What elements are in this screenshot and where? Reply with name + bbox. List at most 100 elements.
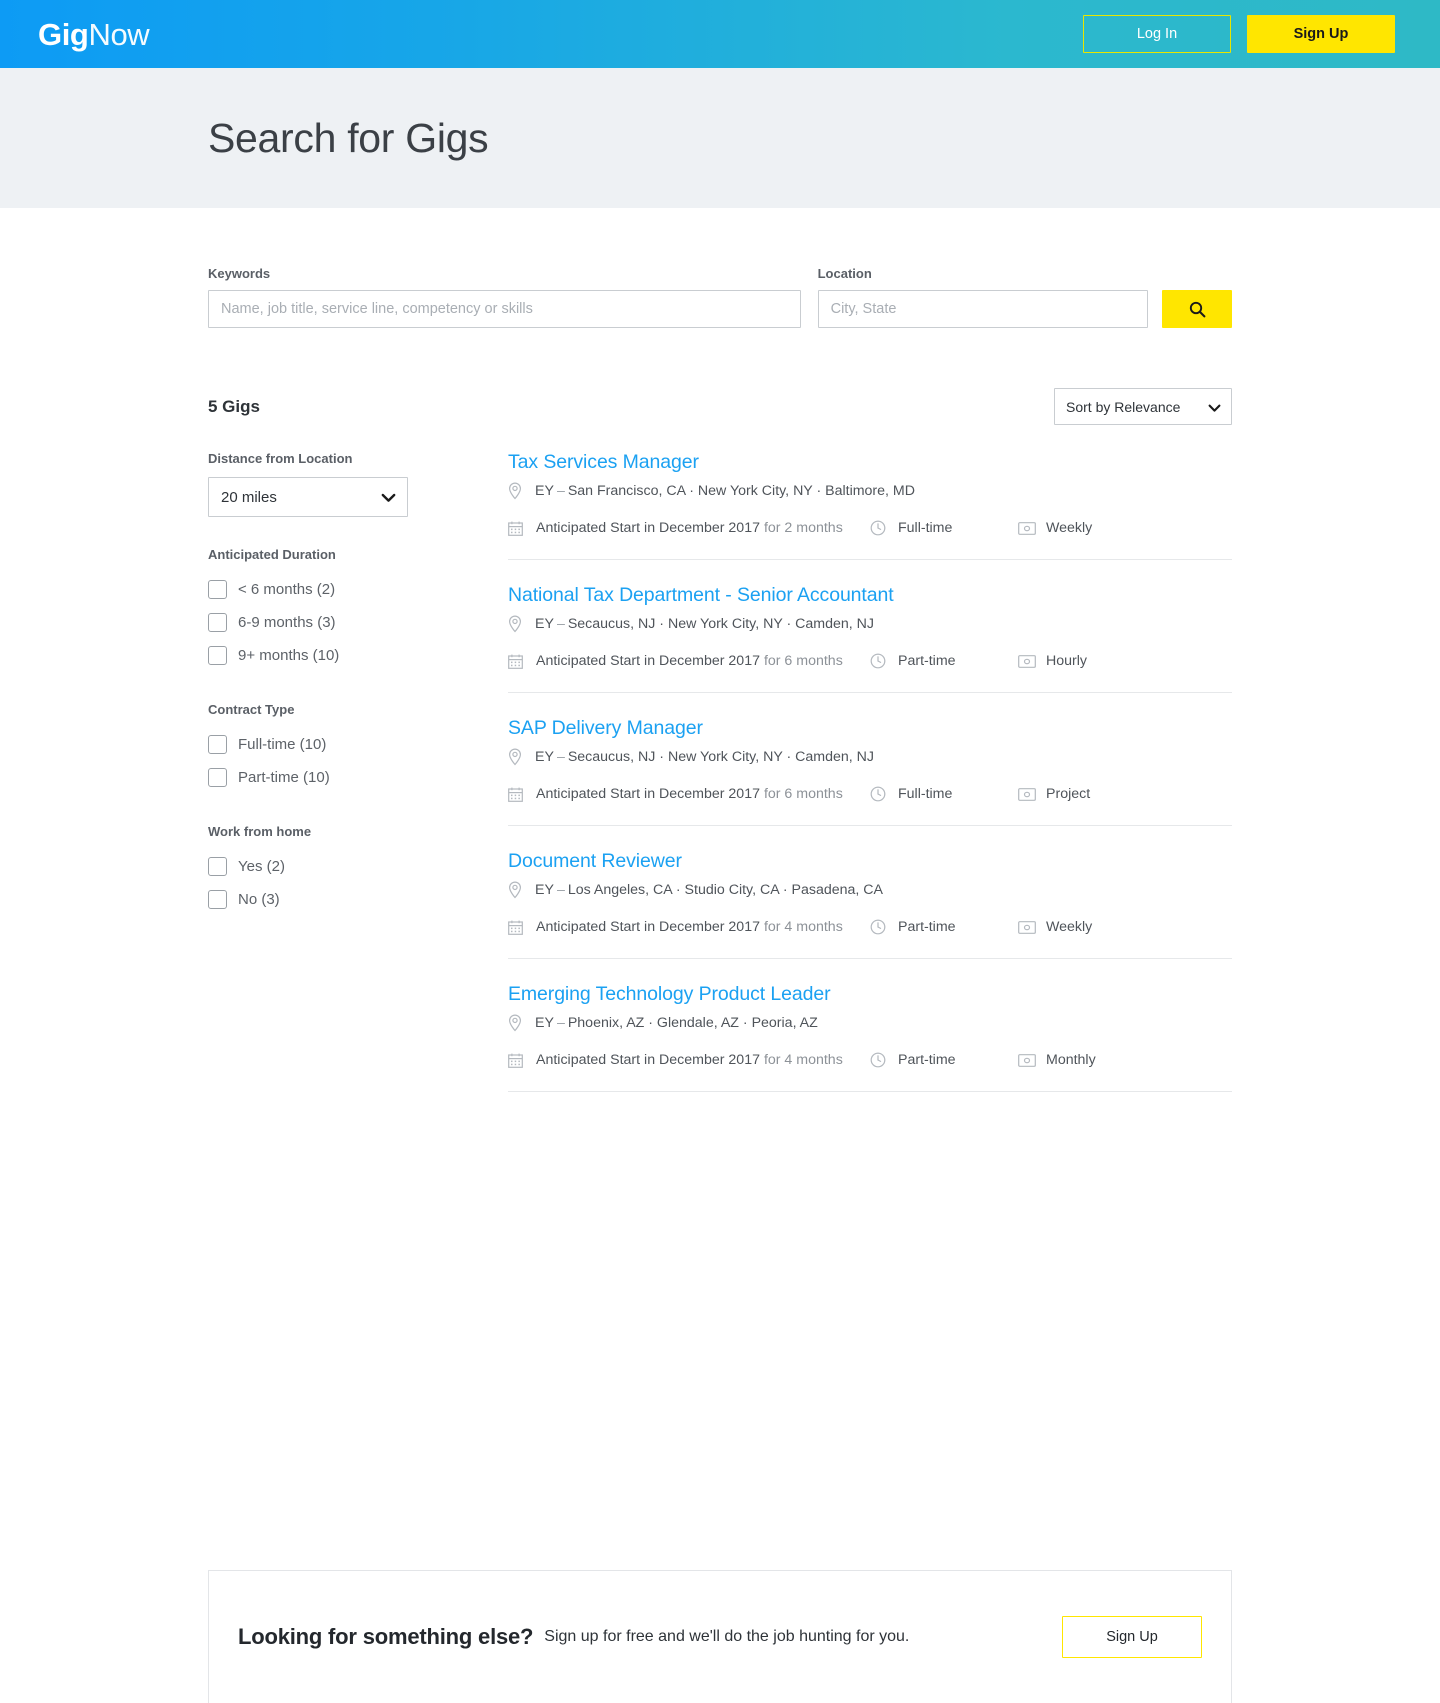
- job-locations: Phoenix, AZ · Glendale, AZ · Peoria, AZ: [567, 1015, 818, 1031]
- job-duration: for 6 months: [763, 786, 843, 802]
- filter-group-anticipated-duration: Anticipated Duration < 6 months (2) 6-9 …: [208, 547, 438, 672]
- job-start-meta: Anticipated Start in December 2017 for 6…: [508, 786, 870, 802]
- job-meta-row: Anticipated Start in December 2017 for 2…: [508, 520, 1232, 536]
- job-company-separator: –: [556, 1015, 565, 1031]
- job-title-link[interactable]: Document Reviewer: [508, 850, 682, 873]
- clock-icon: [870, 653, 888, 669]
- sign-up-button-cta[interactable]: Sign Up: [1062, 1616, 1202, 1658]
- cta-subtext: Sign up for free and we'll do the job hu…: [544, 1628, 910, 1645]
- job-start-meta: Anticipated Start in December 2017 for 4…: [508, 919, 870, 935]
- job-start-date: Anticipated Start in December 2017: [536, 520, 760, 536]
- nav-actions: Log In Sign Up: [1083, 15, 1395, 53]
- job-contract-type-text: Full-time: [898, 786, 953, 802]
- job-location-text: EY – Los Angeles, CA · Studio City, CA · P…: [535, 882, 883, 898]
- job-contract-type-text: Part-time: [898, 919, 956, 935]
- filter-checkbox-label: 9+ months (10): [238, 647, 340, 664]
- job-company: EY: [535, 1015, 554, 1031]
- job-locations: Secaucus, NJ · New York City, NY · Camde…: [567, 749, 875, 765]
- search-form: Keywords Location: [208, 208, 1232, 328]
- search-submit-button[interactable]: [1162, 290, 1232, 328]
- job-pay-cycle-text: Weekly: [1046, 520, 1093, 536]
- job-meta-row: Anticipated Start in December 2017 for 6…: [508, 653, 1232, 669]
- payment-icon: [1018, 787, 1036, 801]
- job-title-link[interactable]: National Tax Department - Senior Account…: [508, 584, 894, 607]
- checkbox-icon[interactable]: [208, 613, 227, 632]
- job-location-row: EY – Los Angeles, CA · Studio City, CA · P…: [508, 879, 1232, 901]
- location-pin-icon: [508, 1014, 526, 1032]
- job-card[interactable]: SAP Delivery Manager EY – Secaucus, NJ · N…: [508, 717, 1232, 826]
- job-company-separator: –: [556, 616, 565, 632]
- job-locations: Secaucus, NJ · New York City, NY · Camde…: [567, 616, 875, 632]
- keywords-input[interactable]: [208, 290, 801, 328]
- job-pay-cycle-text: Hourly: [1046, 653, 1087, 669]
- job-title-link[interactable]: Emerging Technology Product Leader: [508, 983, 831, 1006]
- filter-checkbox-row[interactable]: 6-9 months (3): [208, 606, 438, 639]
- job-duration: for 6 months: [763, 653, 843, 669]
- filters-sidebar: Distance from Location 20 miles Anticipa…: [208, 451, 438, 1092]
- calendar-icon: [508, 787, 526, 802]
- location-pin-icon: [508, 482, 526, 500]
- job-card[interactable]: Document Reviewer EY – Los Angeles, CA · S…: [508, 850, 1232, 959]
- filter-checkbox-row[interactable]: Part-time (10): [208, 761, 438, 794]
- cta-headline: Looking for something else?: [238, 1624, 534, 1649]
- location-input[interactable]: [817, 290, 1149, 328]
- checkbox-icon[interactable]: [208, 890, 227, 909]
- filter-checkbox-label: Yes (2): [238, 858, 285, 875]
- log-in-button[interactable]: Log In: [1083, 15, 1231, 53]
- job-pay-cycle-meta: Project: [1018, 786, 1090, 802]
- gig-count-label: 5 Gigs: [208, 396, 260, 416]
- job-title-link[interactable]: Tax Services Manager: [508, 451, 699, 474]
- filter-title-contract-type: Contract Type: [208, 702, 295, 717]
- location-label: Location: [817, 266, 872, 281]
- job-location-text: EY – Secaucus, NJ · New York City, NY · Ca…: [535, 616, 874, 632]
- job-card[interactable]: Emerging Technology Product Leader EY – Ph…: [508, 983, 1232, 1092]
- hero-banner: Search for Gigs: [0, 68, 1440, 208]
- job-card[interactable]: National Tax Department - Senior Account…: [508, 584, 1232, 693]
- gignow-logo[interactable]: GigNow: [38, 19, 150, 50]
- filter-checkbox-row[interactable]: Yes (2): [208, 850, 438, 883]
- job-start-text: Anticipated Start in December 2017 for 4…: [536, 919, 843, 935]
- job-company-separator: –: [556, 749, 565, 765]
- job-location-row: EY – Secaucus, NJ · New York City, NY · Ca…: [508, 613, 1232, 635]
- checkbox-icon[interactable]: [208, 646, 227, 665]
- location-field-group: Location: [817, 266, 1149, 328]
- calendar-icon: [508, 654, 526, 669]
- sign-up-button-header[interactable]: Sign Up: [1247, 15, 1395, 53]
- job-contract-type-meta: Full-time: [870, 520, 1018, 536]
- job-start-text: Anticipated Start in December 2017 for 6…: [536, 653, 843, 669]
- filter-checkbox-label: Part-time (10): [238, 769, 330, 786]
- job-start-date: Anticipated Start in December 2017: [536, 653, 760, 669]
- signup-cta-banner: Looking for something else? Sign up for …: [208, 1570, 1232, 1703]
- checkbox-icon[interactable]: [208, 768, 227, 787]
- sort-control: Sort by Relevance: [1054, 388, 1232, 425]
- filter-checkbox-row[interactable]: No (3): [208, 883, 438, 916]
- job-contract-type-text: Part-time: [898, 1052, 956, 1068]
- checkbox-icon[interactable]: [208, 735, 227, 754]
- job-meta-row: Anticipated Start in December 2017 for 4…: [508, 1052, 1232, 1068]
- sort-by-select[interactable]: Sort by Relevance: [1054, 388, 1232, 425]
- job-title-link[interactable]: SAP Delivery Manager: [508, 717, 703, 740]
- job-company: EY: [535, 616, 554, 632]
- distance-from-location-select[interactable]: 20 miles: [208, 477, 408, 517]
- clock-icon: [870, 1052, 888, 1068]
- keywords-field-group: Keywords: [208, 266, 801, 328]
- payment-icon: [1018, 654, 1036, 668]
- job-location-row: EY – Phoenix, AZ · Glendale, AZ · Peoria, …: [508, 1012, 1232, 1034]
- payment-icon: [1018, 920, 1036, 934]
- job-location-text: EY – Secaucus, NJ · New York City, NY · Ca…: [535, 749, 874, 765]
- job-start-text: Anticipated Start in December 2017 for 2…: [536, 520, 843, 536]
- filter-checkbox-row[interactable]: 9+ months (10): [208, 639, 438, 672]
- location-pin-icon: [508, 881, 526, 899]
- job-duration: for 4 months: [763, 919, 843, 935]
- job-card[interactable]: Tax Services Manager EY – San Francisco, C…: [508, 451, 1232, 560]
- job-pay-cycle-text: Weekly: [1046, 919, 1093, 935]
- keywords-label: Keywords: [208, 266, 271, 281]
- filter-checkbox-row[interactable]: < 6 months (2): [208, 573, 438, 606]
- checkbox-icon[interactable]: [208, 857, 227, 876]
- filter-group-contract-type: Contract Type Full-time (10) Part-time (…: [208, 702, 438, 794]
- checkbox-icon[interactable]: [208, 580, 227, 599]
- job-pay-cycle-meta: Monthly: [1018, 1052, 1096, 1068]
- job-locations: Los Angeles, CA · Studio City, CA · Pasa…: [567, 882, 884, 898]
- job-start-date: Anticipated Start in December 2017: [536, 919, 760, 935]
- filter-checkbox-row[interactable]: Full-time (10): [208, 728, 438, 761]
